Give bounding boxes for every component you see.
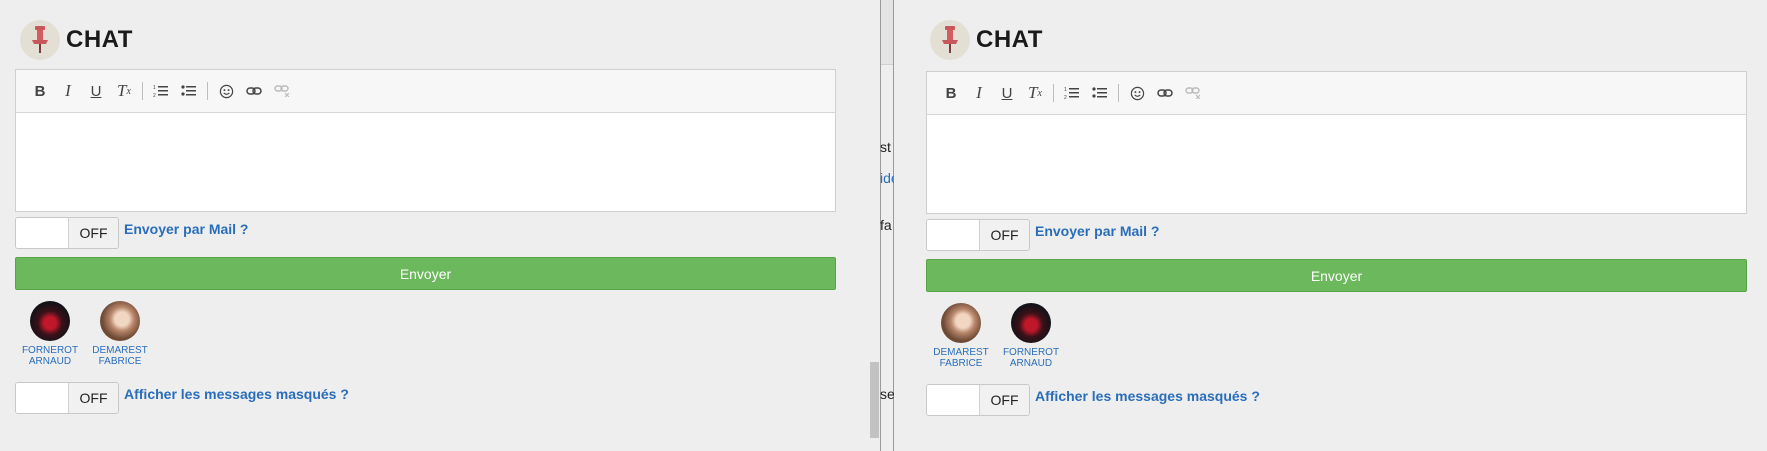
- toggle-knob: [16, 218, 69, 248]
- participant[interactable]: FORNEROT ARNAUD: [15, 301, 85, 367]
- rich-text-editor: B I U Tx 12: [926, 71, 1747, 214]
- remove-format-button[interactable]: Tx: [110, 77, 138, 105]
- remove-format-label: T: [117, 81, 127, 100]
- underline-button[interactable]: U: [993, 79, 1021, 107]
- participant[interactable]: DEMAREST FABRICE: [85, 301, 155, 367]
- mail-toggle-row: OFF Envoyer par Mail ?: [15, 217, 248, 249]
- remove-format-button[interactable]: Tx: [1021, 79, 1049, 107]
- link-icon[interactable]: [1151, 79, 1179, 107]
- hidden-messages-toggle[interactable]: OFF: [926, 384, 1030, 416]
- participants-list: DEMAREST FABRICE FORNEROT ARNAUD: [926, 303, 1066, 369]
- toggle-state: OFF: [980, 385, 1029, 415]
- hidden-messages-toggle-row: OFF Afficher les messages masqués ?: [926, 384, 1260, 416]
- link-icon[interactable]: [240, 77, 268, 105]
- emoji-icon[interactable]: [212, 77, 240, 105]
- page-title: CHAT: [66, 26, 133, 53]
- participant-name: FORNEROT ARNAUD: [1003, 347, 1059, 369]
- participant-first: DEMAREST: [933, 347, 989, 358]
- participant-first: FORNEROT: [1002, 347, 1060, 358]
- rich-text-editor: B I U Tx 12: [15, 69, 836, 212]
- participant[interactable]: DEMAREST FABRICE: [926, 303, 996, 369]
- bold-button[interactable]: B: [937, 79, 965, 107]
- toggle-knob: [927, 385, 980, 415]
- mail-toggle[interactable]: OFF: [926, 219, 1030, 251]
- send-button[interactable]: Envoyer: [15, 257, 836, 290]
- background-link: ide: [880, 170, 894, 186]
- hidden-messages-toggle-row: OFF Afficher les messages masqués ?: [15, 382, 349, 414]
- toggle-knob: [16, 383, 69, 413]
- mail-toggle-label[interactable]: Envoyer par Mail ?: [1035, 223, 1159, 239]
- background-text: sen: [880, 386, 894, 402]
- bold-button[interactable]: B: [26, 77, 54, 105]
- participant-last: FABRICE: [98, 356, 142, 367]
- pushpin-icon: [930, 20, 970, 60]
- participant-last: FABRICE: [939, 358, 983, 369]
- participant-last: ARNAUD: [1009, 358, 1053, 369]
- italic-button[interactable]: I: [54, 77, 82, 105]
- participant-first: FORNEROT: [21, 345, 79, 356]
- remove-format-label: T: [1028, 83, 1038, 102]
- chat-pane-left: CHAT B I U Tx 12 OFF Envoyer par Mail ? …: [0, 0, 880, 451]
- svg-text:2: 2: [153, 93, 156, 98]
- bullet-list-icon[interactable]: [1086, 79, 1114, 107]
- hidden-messages-label[interactable]: Afficher les messages masqués ?: [124, 386, 349, 402]
- scrollbar-thumb[interactable]: [870, 362, 879, 438]
- chat-header: CHAT: [930, 20, 1043, 60]
- dark-red-avatar: [1011, 303, 1051, 343]
- participant[interactable]: FORNEROT ARNAUD: [996, 303, 1066, 369]
- mail-toggle-row: OFF Envoyer par Mail ?: [926, 219, 1159, 251]
- emoji-icon[interactable]: [1123, 79, 1151, 107]
- send-button[interactable]: Envoyer: [926, 259, 1747, 292]
- editor-toolbar: B I U Tx 12: [16, 70, 835, 113]
- italic-button[interactable]: I: [965, 79, 993, 107]
- long-hair-avatar: [941, 303, 981, 343]
- svg-text:1: 1: [1064, 87, 1067, 93]
- page-title: CHAT: [976, 26, 1043, 53]
- remove-format-sub: x: [126, 85, 131, 97]
- chat-header: CHAT: [20, 20, 133, 60]
- toggle-state: OFF: [980, 220, 1029, 250]
- svg-text:1: 1: [153, 85, 156, 91]
- toggle-knob: [927, 220, 980, 250]
- toolbar-separator: [207, 82, 208, 100]
- bullet-list-icon[interactable]: [175, 77, 203, 105]
- pushpin-icon: [20, 20, 60, 60]
- divider-strip: [881, 0, 893, 65]
- numbered-list-icon[interactable]: 12: [147, 77, 175, 105]
- message-textarea[interactable]: [927, 115, 1746, 215]
- hidden-messages-label[interactable]: Afficher les messages masqués ?: [1035, 388, 1260, 404]
- svg-text:2: 2: [1064, 95, 1067, 100]
- background-text: fa: [880, 217, 892, 233]
- toolbar-separator: [142, 82, 143, 100]
- remove-format-sub: x: [1037, 87, 1042, 99]
- participant-name: FORNEROT ARNAUD: [22, 345, 78, 367]
- mail-toggle-label[interactable]: Envoyer par Mail ?: [124, 221, 248, 237]
- numbered-list-icon[interactable]: 12: [1058, 79, 1086, 107]
- dark-red-avatar: [30, 301, 70, 341]
- underline-button[interactable]: U: [82, 77, 110, 105]
- participant-first: DEMAREST: [92, 345, 148, 356]
- message-textarea[interactable]: [16, 113, 835, 213]
- toggle-state: OFF: [69, 383, 118, 413]
- toolbar-separator: [1053, 84, 1054, 102]
- toggle-state: OFF: [69, 218, 118, 248]
- mail-toggle[interactable]: OFF: [15, 217, 119, 249]
- participant-name: DEMAREST FABRICE: [92, 345, 148, 367]
- participants-list: FORNEROT ARNAUD DEMAREST FABRICE: [15, 301, 155, 367]
- chat-pane-right: CHAT B I U Tx 12 OFF Envoyer par Mail ? …: [894, 0, 1767, 451]
- participant-last: ARNAUD: [28, 356, 72, 367]
- unlink-icon[interactable]: [1179, 79, 1207, 107]
- toolbar-separator: [1118, 84, 1119, 102]
- background-text: st p: [880, 139, 894, 155]
- unlink-icon[interactable]: [268, 77, 296, 105]
- editor-toolbar: B I U Tx 12: [927, 72, 1746, 115]
- long-hair-avatar: [100, 301, 140, 341]
- hidden-messages-toggle[interactable]: OFF: [15, 382, 119, 414]
- participant-name: DEMAREST FABRICE: [933, 347, 989, 369]
